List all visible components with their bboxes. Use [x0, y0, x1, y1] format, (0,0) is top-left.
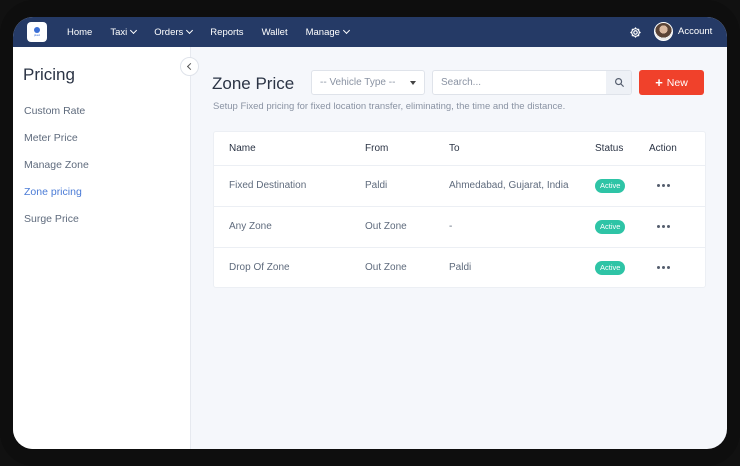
- column-header-to: To: [449, 143, 460, 154]
- table-row: Any Zone Out Zone - Active: [214, 206, 705, 247]
- chevron-down-icon: [342, 26, 350, 35]
- column-header-name: Name: [229, 143, 256, 154]
- page-subtitle: Setup Fixed pricing for fixed location t…: [213, 101, 566, 112]
- nav-home-label: Home: [67, 26, 93, 38]
- search-button[interactable]: [606, 71, 631, 94]
- cell-from: Paldi: [365, 180, 388, 191]
- vehicle-type-select[interactable]: -- Vehicle Type --: [311, 70, 425, 95]
- table-row: Fixed Destination Paldi Ahmedabad, Gujar…: [214, 165, 705, 206]
- nav-manage-label: Manage: [305, 26, 340, 38]
- app-screen: ptaxi Home Taxi Orders Reports Wallet Ma…: [13, 17, 727, 449]
- chevron-down-icon: [130, 26, 138, 35]
- nav-wallet-label: Wallet: [261, 26, 288, 38]
- chevron-down-icon: [186, 26, 194, 35]
- cell-name: Fixed Destination: [229, 180, 307, 191]
- chevron-left-icon: [186, 62, 195, 71]
- nav-taxi-label: Taxi: [110, 26, 128, 38]
- sidebar-item-custom-rate[interactable]: Custom Rate: [24, 105, 85, 117]
- gear-icon[interactable]: [629, 26, 642, 39]
- cell-from: Out Zone: [365, 221, 407, 232]
- column-header-status: Status: [595, 143, 624, 154]
- top-navbar: ptaxi Home Taxi Orders Reports Wallet Ma…: [13, 17, 727, 47]
- nav-manage[interactable]: Manage: [305, 26, 350, 38]
- more-actions-icon[interactable]: [657, 266, 672, 269]
- status-badge: Active: [595, 220, 626, 234]
- nav-orders[interactable]: Orders: [154, 26, 194, 38]
- new-button-label: New: [666, 76, 688, 89]
- zone-price-table: Name From To Status Action Fixed Destina…: [213, 131, 706, 288]
- table-row: Drop Of Zone Out Zone Paldi Active: [214, 247, 705, 287]
- more-actions-icon[interactable]: [657, 225, 672, 228]
- cell-to: Paldi: [449, 262, 472, 273]
- sidebar-item-surge-price[interactable]: Surge Price: [24, 213, 79, 225]
- nav-orders-label: Orders: [154, 26, 184, 38]
- sidebar-title: Pricing: [23, 65, 75, 84]
- search-box: [432, 70, 632, 95]
- search-input[interactable]: [433, 71, 606, 94]
- sidebar-collapse-button[interactable]: [180, 57, 199, 76]
- account-menu[interactable]: Account: [678, 17, 712, 47]
- nav-wallet[interactable]: Wallet: [262, 27, 288, 38]
- sidebar-item-zone-pricing[interactable]: Zone pricing: [24, 186, 82, 198]
- device-frame: ptaxi Home Taxi Orders Reports Wallet Ma…: [0, 0, 740, 466]
- nav-reports[interactable]: Reports: [210, 27, 243, 38]
- plus-icon: +: [655, 74, 663, 90]
- search-icon: [614, 78, 624, 88]
- new-button[interactable]: + New: [639, 70, 704, 95]
- caret-down-icon: [410, 81, 416, 85]
- nav-taxi[interactable]: Taxi: [110, 26, 138, 38]
- sidebar-item-manage-zone[interactable]: Manage Zone: [24, 159, 89, 171]
- nav-reports-label: Reports: [210, 26, 244, 38]
- column-header-action: Action: [649, 143, 677, 154]
- app-logo[interactable]: ptaxi: [27, 22, 47, 42]
- more-actions-icon[interactable]: [657, 184, 672, 187]
- main-nav: Home Taxi Orders Reports Wallet Manage: [67, 17, 367, 47]
- status-badge: Active: [595, 261, 626, 275]
- cell-to: -: [449, 221, 453, 232]
- status-badge: Active: [595, 179, 626, 193]
- avatar[interactable]: [654, 22, 673, 41]
- column-header-from: From: [365, 143, 389, 154]
- cell-to: Ahmedabad, Gujarat, India: [449, 180, 569, 191]
- sidebar: Pricing Custom Rate Meter Price Manage Z…: [13, 47, 191, 449]
- sidebar-item-meter-price[interactable]: Meter Price: [24, 132, 78, 144]
- cell-from: Out Zone: [365, 262, 407, 273]
- cell-name: Drop Of Zone: [229, 262, 290, 273]
- nav-home[interactable]: Home: [67, 27, 92, 38]
- logo-text: ptaxi: [33, 33, 41, 37]
- page-title: Zone Price: [212, 74, 295, 93]
- vehicle-type-value: -- Vehicle Type --: [320, 77, 396, 88]
- cell-name: Any Zone: [229, 221, 272, 232]
